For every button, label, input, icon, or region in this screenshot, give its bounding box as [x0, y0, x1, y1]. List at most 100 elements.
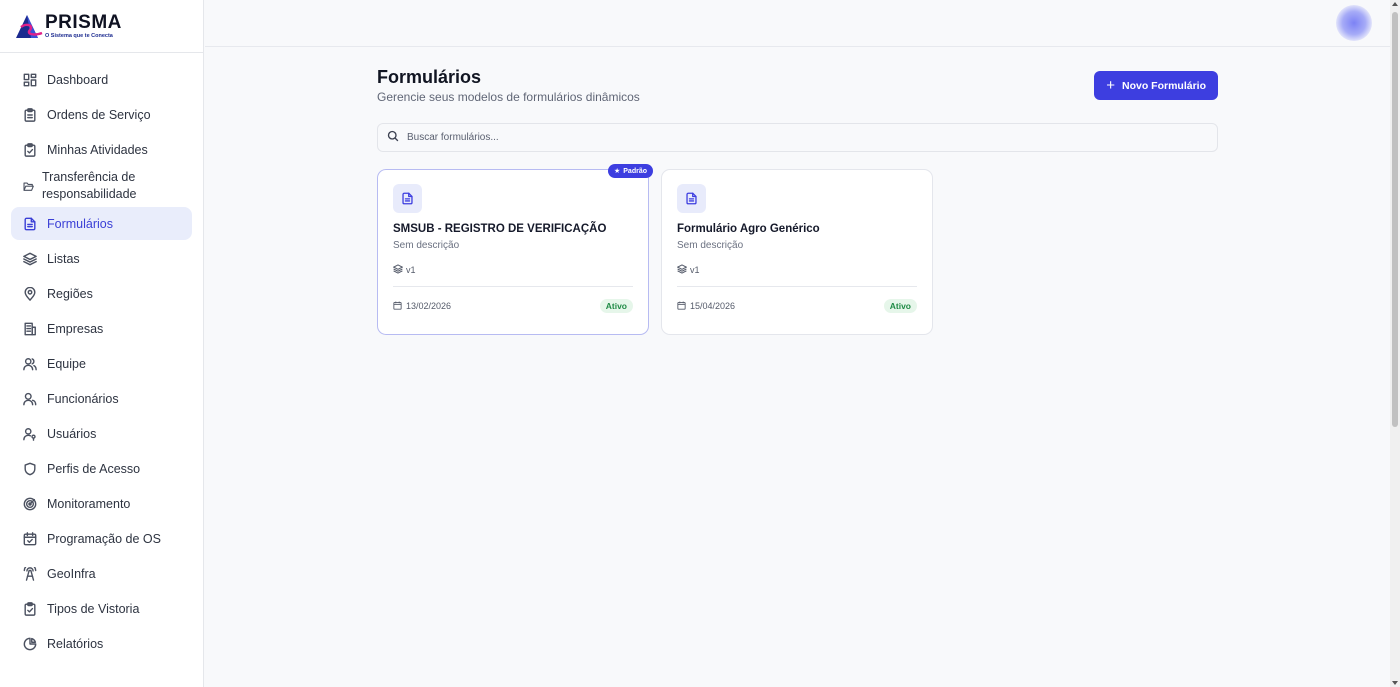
calendar-icon	[393, 301, 402, 312]
form-card[interactable]: Formulário Agro Genérico Sem descrição v…	[661, 169, 933, 335]
sidebar-item-equipe[interactable]: Equipe	[11, 347, 192, 380]
sidebar-item-funcionarios[interactable]: Funcionários	[11, 382, 192, 415]
sidebar-item-label: Programação de OS	[47, 531, 161, 546]
user-key-icon	[23, 427, 37, 441]
default-badge-label: Padrão	[623, 167, 647, 175]
sidebar-item-label: Ordens de Serviço	[47, 107, 151, 122]
sidebar-item-regioes[interactable]: Regiões	[11, 277, 192, 310]
new-form-button[interactable]: + Novo Formulário	[1094, 71, 1218, 100]
sidebar-item-label: Perfis de Acesso	[47, 461, 141, 476]
sidebar-item-geoinfra[interactable]: GeoInfra	[11, 557, 192, 590]
new-form-button-label: Novo Formulário	[1121, 79, 1206, 92]
card-footer: 15/04/2026 Ativo	[677, 299, 917, 313]
sidebar-item-tipos-de-vistoria[interactable]: Tipos de Vistoria	[11, 592, 192, 625]
sidebar-item-label: Regiões	[47, 286, 93, 301]
form-card[interactable]: ★ Padrão SMSUB - REGISTRO DE VERIFICAÇÃO…	[377, 164, 653, 335]
shield-icon	[23, 462, 37, 476]
sidebar-item-label: Relatórios	[47, 636, 104, 651]
sidebar-item-ordens-de-servico[interactable]: Ordens de Serviço	[11, 98, 192, 131]
card-title: Formulário Agro Genérico	[677, 223, 820, 235]
file-text-icon	[23, 217, 37, 231]
layers-icon	[676, 264, 688, 276]
brand-name: PRISMA	[45, 11, 122, 33]
page-title: Formulários	[377, 67, 482, 87]
page-subtitle: Gerencie seus modelos de formulários din…	[377, 90, 640, 104]
sidebar-item-listas[interactable]: Listas	[11, 242, 192, 275]
dashboard-icon	[23, 73, 37, 87]
clipboard-check-icon	[23, 601, 37, 616]
layers-icon	[23, 252, 37, 266]
default-badge: ★ Padrão	[607, 164, 653, 178]
sidebar-item-label: Transferência de responsabilidade	[42, 170, 137, 201]
card-version: v1	[392, 264, 633, 276]
sidebar-item-label: GeoInfra	[47, 566, 96, 581]
card-title: SMSUB - REGISTRO DE VERIFICAÇÃO	[393, 223, 607, 235]
scroll-down-arrow-icon[interactable]	[1392, 681, 1398, 685]
sidebar-item-monitoramento[interactable]: Monitoramento	[11, 487, 192, 520]
sidebar-item-label: Listas	[47, 251, 80, 266]
sidebar: PRISMA O Sistema que te Conecta Dashboar…	[0, 0, 204, 687]
sidebar-item-perfis-de-acesso[interactable]: Perfis de Acesso	[11, 452, 192, 485]
sidebar-item-dashboard[interactable]: Dashboard	[11, 63, 192, 96]
card-description: Sem descrição	[677, 240, 744, 251]
calendar-check-icon	[23, 531, 37, 546]
card-footer: 13/02/2026 Ativo	[393, 299, 633, 313]
pie-chart-icon	[23, 637, 37, 651]
search-input[interactable]	[407, 132, 1187, 143]
sidebar-item-label: Formulários	[47, 216, 113, 231]
clipboard-check-icon	[23, 142, 37, 157]
sidebar-item-usuarios[interactable]: Usuários	[11, 417, 192, 450]
search-bar	[377, 123, 1218, 152]
card-date: 13/02/2026	[393, 301, 451, 312]
sidebar-item-label: Usuários	[47, 426, 97, 441]
sidebar-item-minhas-atividades[interactable]: Minhas Atividades	[11, 133, 192, 166]
star-icon: ★	[613, 168, 621, 175]
folder-open-icon	[23, 179, 34, 193]
sidebar-item-programacao-de-os[interactable]: Programação de OS	[11, 522, 192, 555]
status-badge: Ativo	[883, 299, 917, 313]
topbar	[205, 0, 1390, 47]
sidebar-item-formularios[interactable]: Formulários	[11, 207, 192, 240]
document-icon	[393, 184, 422, 213]
sidebar-nav: Dashboard Ordens de Serviço Minhas Ativi…	[0, 53, 203, 660]
scrollbar-thumb[interactable]	[1392, 12, 1398, 427]
status-badge: Ativo	[599, 299, 633, 313]
card-divider	[677, 286, 917, 287]
scroll-up-arrow-icon[interactable]	[1392, 2, 1398, 6]
card-description: Sem descrição	[393, 240, 460, 251]
clipboard-icon	[23, 107, 37, 122]
card-version-label: v1	[406, 265, 416, 275]
sidebar-item-label: Dashboard	[47, 72, 109, 87]
main-content: Formulários Gerencie seus modelos de for…	[377, 66, 1218, 335]
card-version: v1	[676, 264, 917, 276]
sidebar-item-relatorios[interactable]: Relatórios	[11, 627, 192, 660]
sidebar-item-label: Minhas Atividades	[47, 142, 148, 157]
card-date: 15/04/2026	[677, 301, 735, 312]
radar-icon	[23, 497, 37, 511]
document-icon	[677, 184, 706, 213]
sidebar-item-label: Equipe	[47, 356, 86, 371]
card-date-label: 13/02/2026	[406, 301, 452, 311]
search-icon	[387, 129, 399, 147]
sidebar-item-label: Empresas	[47, 321, 104, 336]
building-icon	[23, 322, 37, 336]
sidebar-item-transferencia[interactable]: Transferência de responsabilidade	[11, 168, 192, 204]
map-pin-icon	[23, 286, 37, 301]
calendar-icon	[677, 301, 686, 312]
forms-grid: ★ Padrão SMSUB - REGISTRO DE VERIFICAÇÃO…	[377, 164, 933, 335]
sidebar-item-label: Monitoramento	[47, 496, 131, 511]
brand-logo[interactable]: PRISMA O Sistema que te Conecta	[0, 0, 203, 53]
sidebar-item-label: Funcionários	[47, 391, 119, 406]
plus-icon: +	[1106, 76, 1115, 94]
card-version-label: v1	[690, 265, 700, 275]
brand-tagline: O Sistema que te Conecta	[45, 32, 113, 39]
sidebar-item-label: Tipos de Vistoria	[47, 601, 140, 616]
layers-icon	[392, 264, 404, 276]
user-group-icon	[23, 392, 37, 406]
scrollbar[interactable]	[1390, 0, 1400, 687]
sidebar-item-empresas[interactable]: Empresas	[11, 312, 192, 345]
prisma-logo-icon	[14, 13, 44, 39]
card-date-label: 15/04/2026	[690, 301, 736, 311]
avatar[interactable]	[1336, 5, 1372, 41]
tower-icon	[23, 566, 37, 581]
